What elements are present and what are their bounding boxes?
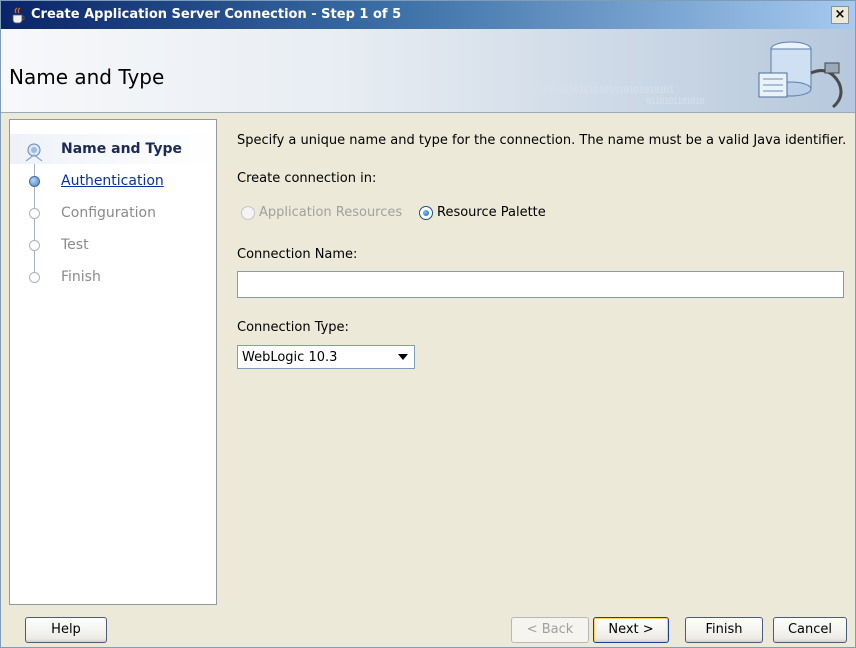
cancel-button[interactable]: Cancel — [773, 617, 847, 643]
step-configuration: Configuration — [10, 198, 216, 228]
window-title: Create Application Server Connection - S… — [31, 7, 402, 22]
step-authentication[interactable]: Authentication — [10, 166, 216, 196]
step-label: Finish — [61, 269, 101, 285]
connection-type-value: WebLogic 10.3 — [242, 350, 338, 365]
connection-name-label: Connection Name: — [237, 247, 358, 262]
button-bar: Help < Back Next > Finish Cancel — [1, 605, 855, 647]
step-node-icon — [29, 272, 40, 283]
java-cup-icon — [12, 7, 25, 24]
application-resources-label: Application Resources — [259, 205, 403, 220]
step-test: Test — [10, 230, 216, 260]
next-button[interactable]: Next > — [593, 617, 669, 643]
step-node-icon — [29, 176, 40, 187]
title-bar[interactable]: Create Application Server Connection - S… — [1, 1, 855, 29]
resource-palette-radio[interactable] — [419, 206, 433, 220]
close-icon: × — [834, 7, 846, 22]
dropdown-arrow-icon — [398, 354, 408, 360]
step-label: Name and Type — [61, 141, 182, 157]
connection-name-input[interactable] — [237, 271, 844, 298]
step-finish: Finish — [10, 262, 216, 292]
page-title: Name and Type — [9, 65, 165, 89]
dialog-window: Create Application Server Connection - S… — [0, 0, 856, 648]
close-button[interactable]: × — [831, 6, 849, 24]
step-content: Specify a unique name and type for the c… — [217, 119, 847, 605]
resource-palette-label: Resource Palette — [437, 205, 546, 220]
back-button[interactable]: < Back — [511, 617, 589, 643]
header-binary-text-2: 0110101101010 — [646, 97, 704, 107]
connection-type-select[interactable]: WebLogic 10.3 — [237, 345, 415, 369]
server-connection-icon — [758, 41, 843, 109]
step-name-and-type[interactable]: Name and Type — [10, 134, 216, 164]
help-button[interactable]: Help — [25, 617, 107, 643]
step-label: Configuration — [61, 205, 156, 221]
application-resources-radio[interactable] — [241, 206, 255, 220]
step-label: Test — [61, 237, 89, 253]
wizard-header: Name and Type 01010101010101010101010101… — [1, 29, 855, 113]
wizard-steps-nav: Name and Type Authentication Configurati… — [9, 119, 217, 605]
step-label[interactable]: Authentication — [61, 173, 164, 189]
step-node-icon — [29, 240, 40, 251]
connection-type-label: Connection Type: — [237, 320, 349, 335]
current-step-icon — [25, 143, 43, 162]
instructions-text: Specify a unique name and type for the c… — [237, 133, 847, 148]
header-binary-text: 0101010101010101010101010101 — [533, 85, 675, 96]
step-node-icon — [29, 208, 40, 219]
create-in-label: Create connection in: — [237, 171, 377, 186]
finish-button[interactable]: Finish — [685, 617, 763, 643]
radio-selected-dot — [423, 210, 429, 216]
